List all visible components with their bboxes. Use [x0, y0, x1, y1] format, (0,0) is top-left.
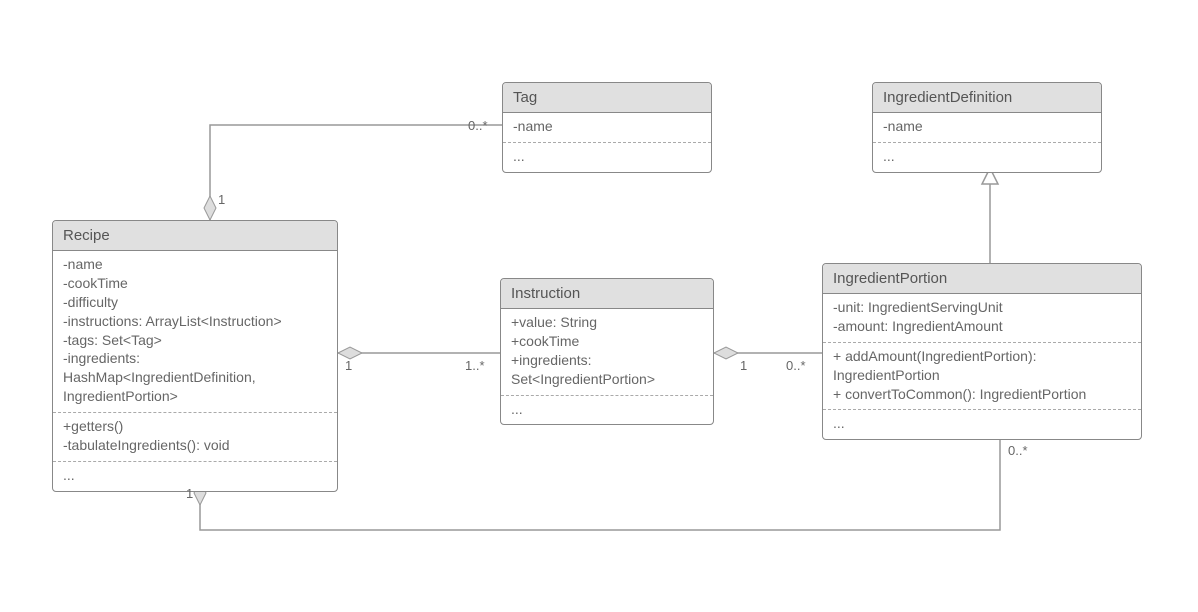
- class-tag-title: Tag: [503, 83, 711, 113]
- class-tag: Tag -name ...: [502, 82, 712, 173]
- class-instruction-title: Instruction: [501, 279, 713, 309]
- mult-recipe-tag-recipe: 1: [218, 192, 225, 207]
- class-instruction-attrs: +value: String +cookTime +ingredients: S…: [501, 309, 713, 395]
- attr: -amount: IngredientAmount: [833, 317, 1131, 336]
- attr: -unit: IngredientServingUnit: [833, 298, 1131, 317]
- attr: -name: [63, 255, 327, 274]
- class-recipe-attrs: -name -cookTime -difficulty -instruction…: [53, 251, 337, 412]
- class-ingredientportion: IngredientPortion -unit: IngredientServi…: [822, 263, 1142, 440]
- class-ingredientportion-more: ...: [823, 410, 1141, 439]
- mult-recipe-tag-tag: 0..*: [468, 118, 488, 133]
- class-ingredientportion-methods: + addAmount(IngredientPortion): Ingredie…: [823, 343, 1141, 410]
- class-recipe-title: Recipe: [53, 221, 337, 251]
- attr: -instructions: ArrayList<Instruction>: [63, 312, 327, 331]
- method: +getters(): [63, 417, 327, 436]
- mult-recipe-instruction-recipe: 1: [345, 358, 352, 373]
- class-ingredientportion-title: IngredientPortion: [823, 264, 1141, 294]
- attr: IngredientPortion>: [63, 387, 327, 406]
- method: + addAmount(IngredientPortion):: [833, 347, 1131, 366]
- class-recipe: Recipe -name -cookTime -difficulty -inst…: [52, 220, 338, 492]
- attr: +cookTime: [511, 332, 703, 351]
- mult-recipe-portion-recipe: 1: [186, 486, 193, 501]
- method: -tabulateIngredients(): void: [63, 436, 327, 455]
- attr: +value: String: [511, 313, 703, 332]
- method: IngredientPortion: [833, 366, 1131, 385]
- mult-instruction-portion-instruction: 1: [740, 358, 747, 373]
- mult-instruction-portion-portion: 0..*: [786, 358, 806, 373]
- class-instruction-more: ...: [501, 396, 713, 425]
- attr: +ingredients:: [511, 351, 703, 370]
- class-recipe-more: ...: [53, 462, 337, 491]
- attr: HashMap<IngredientDefinition,: [63, 368, 327, 387]
- attr: -ingredients:: [63, 349, 327, 368]
- class-recipe-methods: +getters() -tabulateIngredients(): void: [53, 413, 337, 461]
- class-instruction: Instruction +value: String +cookTime +in…: [500, 278, 714, 425]
- class-ingredientdefinition: IngredientDefinition -name ...: [872, 82, 1102, 173]
- attr: Set<IngredientPortion>: [511, 370, 703, 389]
- class-tag-attrs: -name: [503, 113, 711, 142]
- class-ingredientdefinition-title: IngredientDefinition: [873, 83, 1101, 113]
- attr: -cookTime: [63, 274, 327, 293]
- mult-recipe-portion-portion: 0..*: [1008, 443, 1028, 458]
- class-tag-more: ...: [503, 143, 711, 172]
- class-ingredientdefinition-attrs: -name: [873, 113, 1101, 142]
- class-ingredientdefinition-more: ...: [873, 143, 1101, 172]
- attr: -tags: Set<Tag>: [63, 331, 327, 350]
- attr: -name: [513, 117, 701, 136]
- class-ingredientportion-attrs: -unit: IngredientServingUnit -amount: In…: [823, 294, 1141, 342]
- mult-recipe-instruction-instruction: 1..*: [465, 358, 485, 373]
- method: + convertToCommon(): IngredientPortion: [833, 385, 1131, 404]
- attr: -name: [883, 117, 1091, 136]
- attr: -difficulty: [63, 293, 327, 312]
